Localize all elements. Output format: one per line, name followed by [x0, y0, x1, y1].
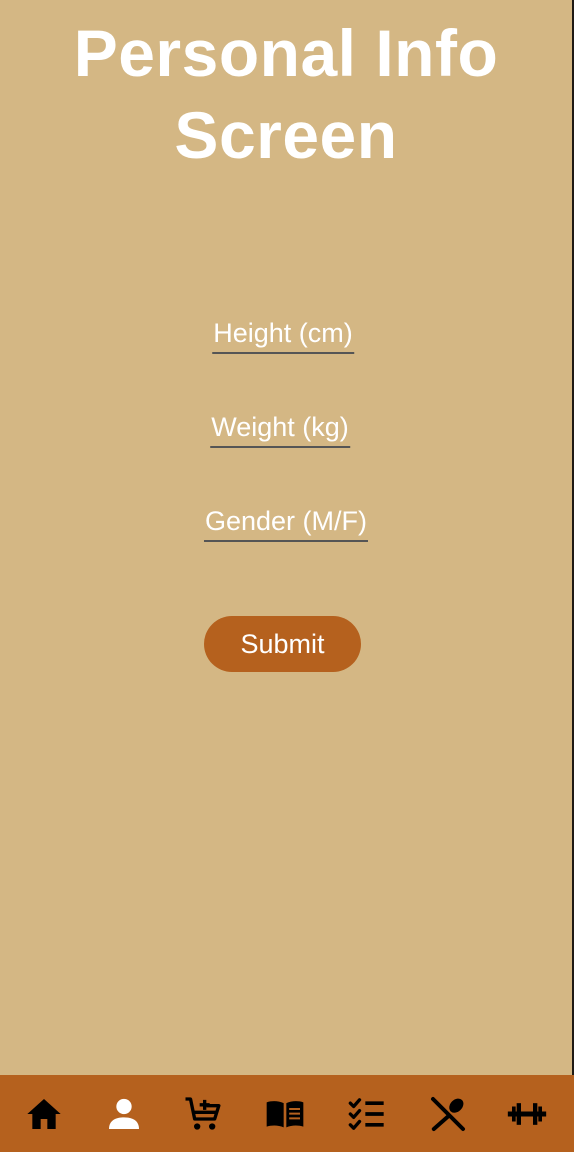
- submit-button[interactable]: Submit: [204, 616, 361, 672]
- nav-item-recipes[interactable]: [263, 1092, 307, 1136]
- weight-input[interactable]: Weight (kg): [210, 411, 350, 448]
- nav-item-checklist[interactable]: [345, 1092, 389, 1136]
- home-icon: [27, 1099, 61, 1129]
- nav-item-grocery[interactable]: [181, 1092, 225, 1136]
- personal-info-screen: Personal Info Screen Height (cm) Weight …: [0, 0, 574, 1152]
- nav-item-meals[interactable]: [426, 1092, 470, 1136]
- gender-input[interactable]: Gender (M/F): [203, 505, 369, 542]
- checklist-icon: [348, 1098, 384, 1130]
- height-input[interactable]: Height (cm): [212, 317, 354, 354]
- nav-item-profile[interactable]: [102, 1092, 146, 1136]
- person-icon: [109, 1098, 139, 1129]
- utensils-icon: [431, 1097, 465, 1131]
- nav-item-workout[interactable]: [505, 1092, 549, 1136]
- nav-item-home[interactable]: [22, 1092, 66, 1136]
- page-title: Personal Info Screen: [73, 16, 499, 172]
- book-icon: [266, 1101, 304, 1128]
- bottom-nav-bar: [0, 1075, 574, 1152]
- cart-add-icon: [185, 1097, 221, 1130]
- dumbbell-icon: [507, 1103, 547, 1125]
